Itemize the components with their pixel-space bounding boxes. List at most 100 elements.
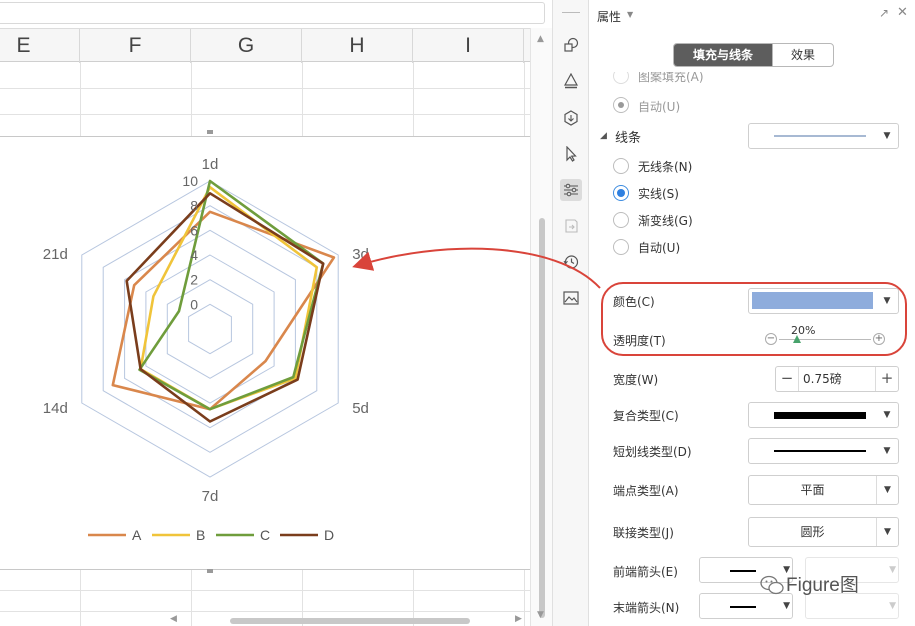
wechat-icon: [760, 575, 784, 595]
join-type-dropdown[interactable]: 圆形 ▼: [748, 517, 899, 547]
category-label: 3d: [352, 246, 369, 263]
width-increase-button[interactable]: +: [876, 367, 898, 391]
line-section-caret-icon[interactable]: ◢: [600, 131, 607, 141]
join-type-label: 联接类型(J): [613, 526, 674, 540]
no-line-radio[interactable]: [613, 158, 629, 174]
scroll-right-icon[interactable]: ▶: [515, 614, 522, 624]
end-arrow-label: 末端箭头(N): [613, 601, 680, 615]
fill-icon[interactable]: [560, 70, 582, 92]
transform-icon[interactable]: [560, 215, 582, 237]
grid-line: [413, 62, 414, 136]
fill-auto-label: 自动(U): [638, 100, 681, 114]
category-label: 14d: [43, 400, 68, 417]
solid-line-label: 实线(S): [638, 187, 679, 201]
scroll-left-icon[interactable]: ◀: [170, 614, 177, 624]
column-header-g[interactable]: G: [191, 29, 302, 63]
horizontal-scroll-thumb[interactable]: [230, 618, 470, 624]
radar-tick-label: 0: [190, 296, 198, 312]
radar-chart[interactable]: 0 2 4 6 8 10 1d 3d 5d 7d 14d 21d A B C D: [0, 136, 530, 570]
column-header-h[interactable]: H: [302, 29, 413, 63]
grid-line: [80, 570, 81, 626]
vertical-scrollbar[interactable]: ▲ ▼: [530, 28, 552, 626]
grid-line: [524, 62, 525, 136]
line-section-title[interactable]: 线条: [615, 127, 641, 146]
width-decrease-button[interactable]: −: [776, 367, 798, 391]
cap-type-value: 平面: [800, 483, 825, 497]
end-arrow-type-dropdown[interactable]: ▼: [699, 593, 793, 619]
cap-type-label: 端点类型(A): [613, 484, 679, 498]
effects-icon[interactable]: [560, 107, 582, 129]
horizontal-scrollbar[interactable]: ◀ ▶: [170, 612, 530, 626]
column-header-f[interactable]: F: [80, 29, 191, 63]
chevron-down-icon[interactable]: ▼: [889, 558, 896, 582]
radar-tick-label: 8: [190, 198, 198, 214]
vertical-scroll-thumb[interactable]: [539, 218, 545, 618]
join-type-value: 圆形: [800, 525, 825, 539]
auto-line-radio[interactable]: [613, 239, 629, 255]
radar-grid-ring: [81, 180, 339, 478]
legend-label-a: A: [132, 527, 142, 543]
chevron-down-icon[interactable]: ▼: [876, 403, 898, 427]
dash-type-dropdown[interactable]: ▼: [748, 438, 899, 464]
begin-arrow-preview: [730, 570, 756, 572]
history-icon[interactable]: [560, 251, 582, 273]
fill-options: 图案填充(A) 自动(U): [589, 72, 915, 120]
select-icon[interactable]: [560, 143, 582, 165]
no-line-label: 无线条(N): [638, 160, 693, 174]
tab-fill-and-line[interactable]: 填充与线条: [674, 44, 772, 66]
spreadsheet-area[interactable]: E F G H I 0 2 4 6 8 10 1d 3d 5d 7d 14d 21d A B C D ▲ ▼ …: [0, 0, 552, 626]
gradient-line-label: 渐变线(G): [638, 214, 693, 228]
radar-chart-svg: 0 2 4 6 8 101d 3d 5d 7d 14d 21d A B C D: [43, 156, 369, 543]
legend-label-b: B: [196, 527, 205, 543]
radar-grid-ring: [166, 279, 254, 379]
width-value[interactable]: 0.75磅: [798, 367, 876, 391]
scroll-down-icon[interactable]: ▼: [537, 610, 544, 620]
close-icon[interactable]: ✕: [897, 5, 908, 20]
series-line-d: [125, 191, 325, 423]
solid-line-radio[interactable]: [613, 185, 629, 201]
category-label: 1d: [202, 156, 219, 173]
panel-title[interactable]: 属性: [597, 8, 621, 25]
radar-tick-label: 4: [190, 247, 198, 263]
panel-title-caret-icon[interactable]: ▼: [627, 10, 633, 19]
pin-icon[interactable]: ↗: [879, 6, 889, 20]
auto-line-label: 自动(U): [638, 241, 681, 255]
shapes-icon[interactable]: [560, 34, 582, 56]
highlight-annotation: [601, 282, 907, 356]
dash-type-preview: [774, 450, 866, 452]
chevron-down-icon[interactable]: ▼: [876, 124, 898, 148]
radar-grid-ring: [145, 254, 275, 404]
compound-type-dropdown[interactable]: ▼: [748, 402, 899, 428]
width-stepper[interactable]: − 0.75磅 +: [775, 366, 899, 392]
line-style-dropdown[interactable]: ▼: [748, 123, 899, 149]
chevron-down-icon[interactable]: ▼: [876, 439, 898, 463]
category-label: 21d: [43, 246, 68, 263]
legend-label-c: C: [260, 527, 270, 543]
radar-grid-ring: [124, 229, 296, 429]
toolbar-grip: [562, 12, 580, 13]
image-icon[interactable]: [560, 287, 582, 309]
fill-pattern-radio[interactable]: [613, 72, 629, 84]
begin-arrow-label: 前端箭头(E): [613, 565, 678, 579]
cap-type-dropdown[interactable]: 平面 ▼: [748, 475, 899, 505]
properties-icon[interactable]: [560, 179, 582, 201]
chevron-down-icon[interactable]: ▼: [783, 594, 790, 618]
formula-bar[interactable]: [0, 2, 545, 24]
radar-tick-label: 10: [182, 173, 198, 189]
column-header: E F G H I: [0, 28, 530, 63]
compound-type-label: 复合类型(C): [613, 409, 679, 423]
radar-tick-label: 6: [190, 222, 198, 238]
scroll-up-icon[interactable]: ▲: [537, 34, 544, 44]
chevron-down-icon[interactable]: ▼: [889, 594, 896, 618]
chart-resize-handle-bottom[interactable]: [207, 569, 213, 573]
chevron-down-icon[interactable]: ▼: [876, 518, 898, 546]
gradient-line-radio[interactable]: [613, 212, 629, 228]
chart-resize-handle-top[interactable]: [207, 130, 213, 134]
tab-effect[interactable]: 效果: [772, 44, 833, 66]
series-line-b: [139, 185, 319, 411]
column-header-e[interactable]: E: [0, 29, 80, 63]
column-header-i[interactable]: I: [413, 29, 524, 63]
fill-auto-radio[interactable]: [613, 97, 629, 113]
chevron-down-icon[interactable]: ▼: [876, 476, 898, 504]
watermark-text: Figure图: [786, 575, 859, 596]
